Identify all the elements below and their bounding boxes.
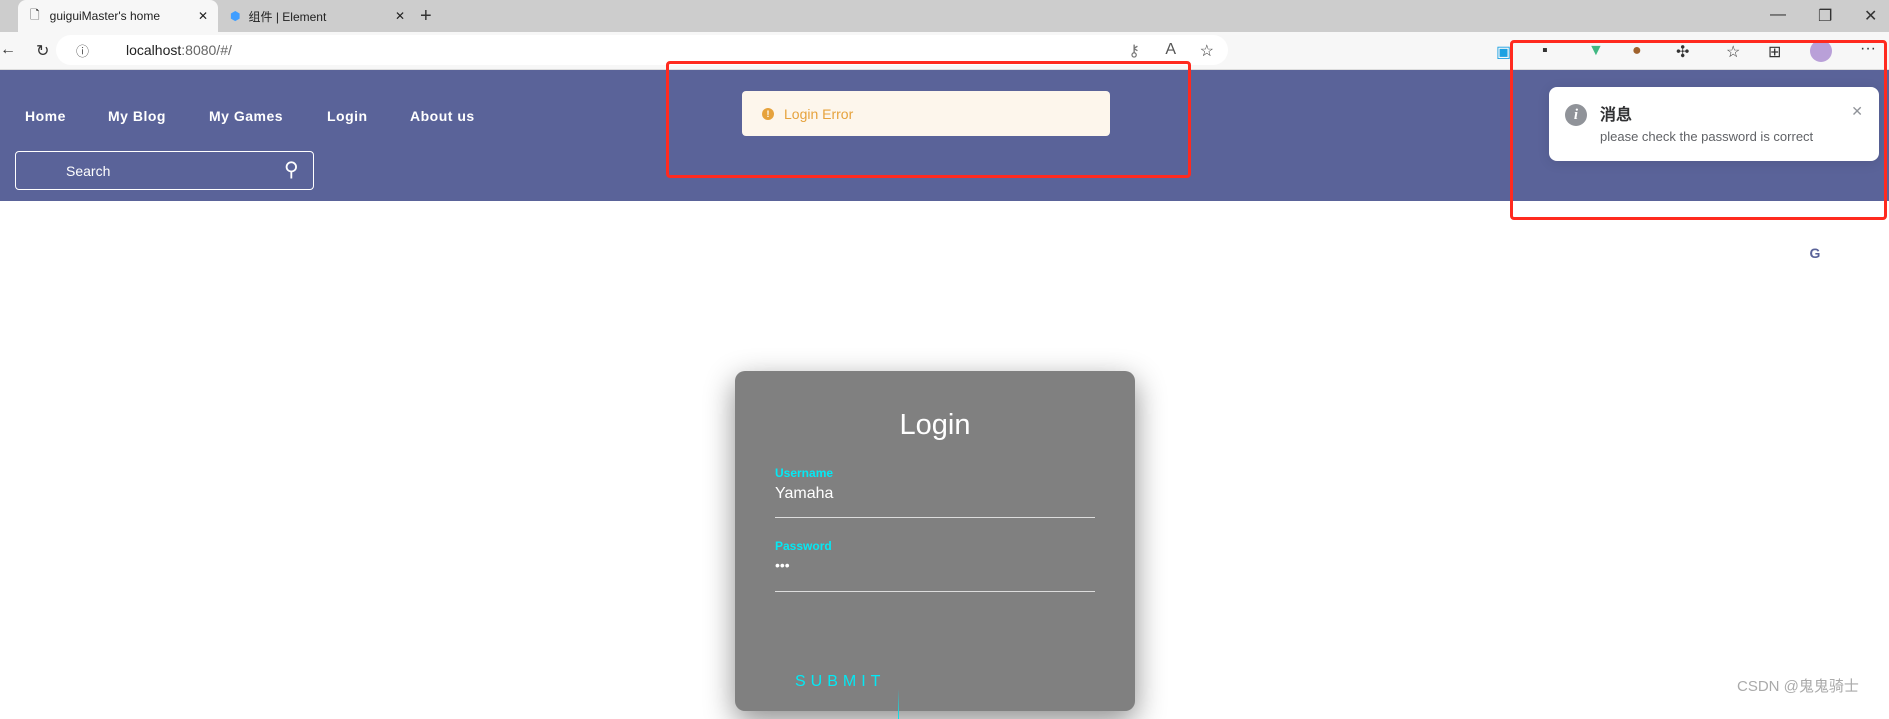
add-favorite-icon[interactable]: ☆ xyxy=(1200,41,1214,61)
nav-about-us[interactable]: About us xyxy=(410,108,475,124)
browser-tab-strip: 🗋 guiguiMaster's home ✕ ⬢ 组件 | Element ✕… xyxy=(0,0,1889,32)
username-label: Username xyxy=(775,466,834,480)
search-placeholder: Search xyxy=(66,163,111,179)
search-icon[interactable]: ⚲ xyxy=(284,157,299,182)
nav-login[interactable]: Login xyxy=(327,108,368,124)
minimize-icon[interactable]: — xyxy=(1770,6,1786,24)
close-window-icon[interactable]: ✕ xyxy=(1864,6,1877,26)
tab-element[interactable]: ⬢ 组件 | Element ✕ xyxy=(220,0,415,32)
nav-my-games[interactable]: My Games xyxy=(209,108,283,124)
nav-home[interactable]: Home xyxy=(25,108,66,124)
annotation-box xyxy=(666,61,1191,178)
wechat-icon[interactable]: ◎ xyxy=(1695,242,1717,264)
extension-icon[interactable]: ▣ xyxy=(1496,42,1511,62)
username-underline xyxy=(775,517,1095,518)
tab-title: guiguiMaster's home xyxy=(49,9,160,23)
element-icon: ⬢ xyxy=(230,9,241,23)
watermark: CSDN @鬼鬼骑士 xyxy=(1737,678,1859,695)
password-underline xyxy=(775,591,1095,592)
info-icon[interactable]: ⓘ xyxy=(76,41,89,60)
url-path: :8080/#/ xyxy=(181,42,232,58)
close-tab-icon[interactable]: ✕ xyxy=(198,9,208,23)
bilibili-icon[interactable]: 📺︎ xyxy=(1640,242,1663,264)
key-icon[interactable]: ⚷ xyxy=(1128,41,1140,61)
search-input[interactable]: Search ⚲ xyxy=(15,151,314,190)
back-icon[interactable]: ← xyxy=(0,41,16,59)
close-tab-icon[interactable]: ✕ xyxy=(395,9,405,23)
refresh-icon[interactable]: ↻ xyxy=(36,41,49,61)
password-label: Password xyxy=(775,539,832,553)
tab-home[interactable]: 🗋 guiguiMaster's home ✕ xyxy=(18,0,218,32)
login-card: Login Username Yamaha Password ••• SUBMI… xyxy=(735,371,1135,719)
qq-icon[interactable]: ♙ xyxy=(1749,242,1771,264)
tab-title: 组件 | Element xyxy=(248,9,327,24)
mail-icon[interactable]: ✉ xyxy=(1858,242,1880,264)
gitee-icon[interactable]: G xyxy=(1804,242,1826,264)
restore-icon[interactable]: ❐ xyxy=(1818,6,1832,26)
page-icon: 🗋 xyxy=(30,7,40,22)
read-aloud-icon[interactable]: A xyxy=(1165,41,1176,59)
username-input[interactable]: Yamaha xyxy=(775,485,1095,503)
annotation-box xyxy=(1510,40,1887,220)
url-host: localhost xyxy=(126,42,182,58)
password-input[interactable]: ••• xyxy=(775,557,1095,573)
submit-button[interactable]: SUBMIT xyxy=(795,673,885,691)
login-title: Login xyxy=(899,409,971,441)
button-border-animation xyxy=(898,689,899,719)
new-tab-icon[interactable]: + xyxy=(420,5,432,28)
nav-my-blog[interactable]: My Blog xyxy=(108,108,166,124)
